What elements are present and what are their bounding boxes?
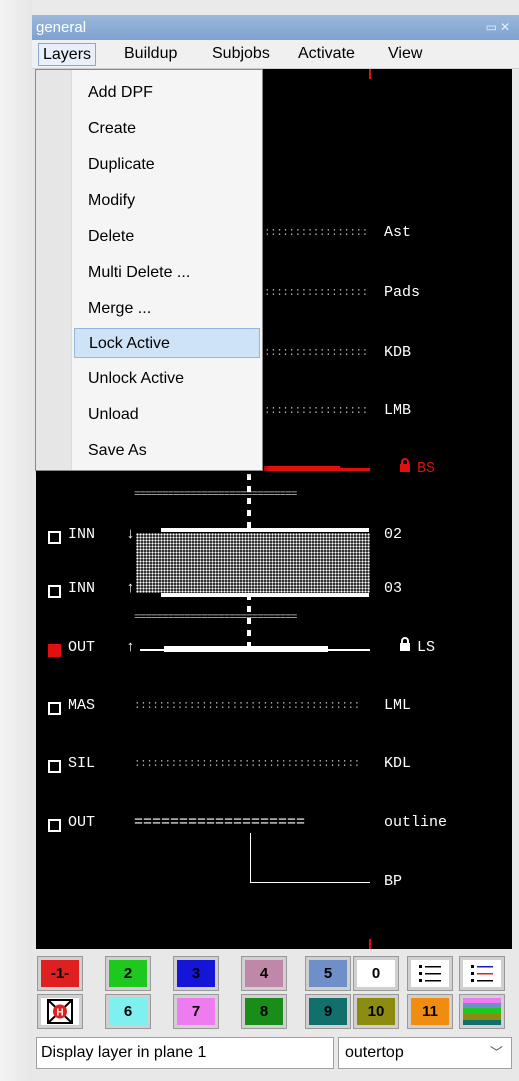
core-top-edge (161, 528, 369, 532)
layer-outline-side: OUT (68, 814, 96, 831)
layer-02-side: INN (68, 526, 96, 543)
layer-color-palette: -1- 2 3 4 5 0 H 6 7 8 9 10 11 (36, 956, 512, 1036)
layer-ast-pattern: ::::::::::::::::: (264, 227, 368, 239)
list-icon[interactable] (407, 956, 453, 991)
separator-dashes-lower: ============================= (134, 612, 297, 624)
status-message: Display layer in plane 1 (36, 1037, 334, 1069)
close-icon[interactable]: ✕ (500, 20, 513, 34)
top-marker (369, 69, 371, 79)
bottom-marker (369, 939, 371, 949)
layer-03-side: INN (68, 580, 96, 597)
no-layer-icon[interactable]: H (37, 994, 83, 1029)
layer-lmb-pattern: ::::::::::::::::: (264, 405, 368, 417)
layer-03-label[interactable]: 03 (384, 580, 402, 597)
layer-ls-label[interactable]: LS (417, 639, 435, 656)
status-bar: Display layer in plane 1 outertop ﹀ (36, 1037, 512, 1069)
color-swatch-8[interactable]: 8 (241, 994, 287, 1029)
menu-view[interactable]: View (384, 43, 426, 66)
plane-select-value: outertop (345, 1044, 404, 1061)
menu-subjobs[interactable]: Subjobs (208, 43, 274, 66)
layer-lml-checkbox[interactable] (48, 702, 61, 715)
layer-kdl-pattern: ::::::::::::::::::::::::::::::::::::: (134, 758, 360, 770)
layer-03-direction: ↑ (126, 580, 136, 597)
background-strip (0, 0, 32, 1081)
lock-icon (400, 637, 410, 651)
color-swatch-9[interactable]: 9 (305, 994, 351, 1029)
layer-bs-trace (264, 466, 340, 471)
menu-item-multi-delete[interactable]: Multi Delete ... (74, 258, 260, 288)
menu-item-add-dpf[interactable]: Add DPF (74, 78, 260, 108)
layer-02-label[interactable]: 02 (384, 526, 402, 543)
title-bar: general ▭✕ (32, 15, 519, 40)
all-colors-icon[interactable] (459, 994, 505, 1029)
layer-kdb-pattern: ::::::::::::::::: (264, 347, 368, 359)
menu-item-create[interactable]: Create (74, 114, 260, 144)
color-swatch-4[interactable]: 4 (241, 956, 287, 991)
layer-kdl-checkbox[interactable] (48, 760, 61, 773)
restore-icon[interactable]: ▭ (486, 20, 500, 34)
menu-item-duplicate[interactable]: Duplicate (74, 150, 260, 180)
bp-connector (250, 833, 251, 883)
menu-item-modify[interactable]: Modify (74, 186, 260, 216)
core-dielectric-block (136, 533, 370, 593)
menu-layers[interactable]: Layers (38, 43, 97, 66)
layer-lml-pattern: ::::::::::::::::::::::::::::::::::::: (134, 700, 360, 712)
menu-item-delete[interactable]: Delete (74, 222, 260, 252)
color-swatch-6[interactable]: 6 (105, 994, 151, 1029)
menu-item-save-as[interactable]: Save As (74, 436, 260, 466)
layer-ls-direction: ↑ (126, 639, 136, 656)
separator-dashes: ============================= (134, 489, 297, 501)
layer-ls-checkbox[interactable] (48, 644, 61, 657)
menu-item-lock-active[interactable]: Lock Active (74, 328, 260, 358)
menu-buildup[interactable]: Buildup (120, 43, 181, 66)
layer-kdb-label[interactable]: KDB (384, 344, 411, 361)
color-swatch-1[interactable]: -1- (37, 956, 83, 991)
color-swatch-0[interactable]: 0 (353, 956, 399, 991)
menu-item-unlock-active[interactable]: Unlock Active (74, 364, 260, 394)
color-swatch-10[interactable]: 10 (353, 994, 399, 1029)
plane-select[interactable]: outertop ﹀ (338, 1037, 512, 1069)
layer-lmb-label[interactable]: LMB (384, 402, 411, 419)
menu-item-unload[interactable]: Unload (74, 400, 260, 430)
window-title: general (36, 19, 87, 36)
layer-kdl-side: SIL (68, 755, 96, 772)
color-swatch-7[interactable]: 7 (173, 994, 219, 1029)
layer-bs-label[interactable]: BS (417, 460, 435, 477)
core-bottom-edge (161, 593, 369, 597)
layers-dropdown-menu: Add DPF Create Duplicate Modify Delete M… (35, 69, 263, 471)
color-swatch-11[interactable]: 11 (407, 994, 453, 1029)
layer-lml-label[interactable]: LML (384, 697, 411, 714)
layer-pads-label[interactable]: Pads (384, 284, 420, 301)
layer-kdl-label[interactable]: KDL (384, 755, 411, 772)
svg-text:H: H (56, 1008, 63, 1019)
layer-02-direction: ↓ (126, 526, 136, 543)
colored-list-icon[interactable] (459, 956, 505, 991)
layer-02-checkbox[interactable] (48, 531, 61, 544)
color-swatch-5[interactable]: 5 (305, 956, 351, 991)
lock-icon (400, 458, 410, 472)
menu-bar: Layers Buildup Subjobs Activate View (32, 40, 519, 69)
layer-ls-side: OUT (68, 639, 96, 656)
general-panel: general ▭✕ Layers Buildup Subjobs Activa… (32, 15, 519, 1081)
layer-outline-label[interactable]: outline (384, 814, 447, 831)
layer-ast-label[interactable]: Ast (384, 224, 411, 241)
menu-activate[interactable]: Activate (294, 43, 359, 66)
menu-item-merge[interactable]: Merge ... (74, 294, 260, 324)
layer-outline-pattern: =================== (134, 814, 306, 831)
layer-bp-label[interactable]: BP (384, 873, 402, 890)
color-swatch-2[interactable]: 2 (105, 956, 151, 991)
layer-lml-side: MAS (68, 697, 96, 714)
layer-outline-checkbox[interactable] (48, 819, 61, 832)
chevron-down-icon: ﹀ (489, 1045, 503, 1060)
layer-03-checkbox[interactable] (48, 585, 61, 598)
color-swatch-3[interactable]: 3 (173, 956, 219, 991)
layer-pads-pattern: ::::::::::::::::: (264, 287, 368, 299)
